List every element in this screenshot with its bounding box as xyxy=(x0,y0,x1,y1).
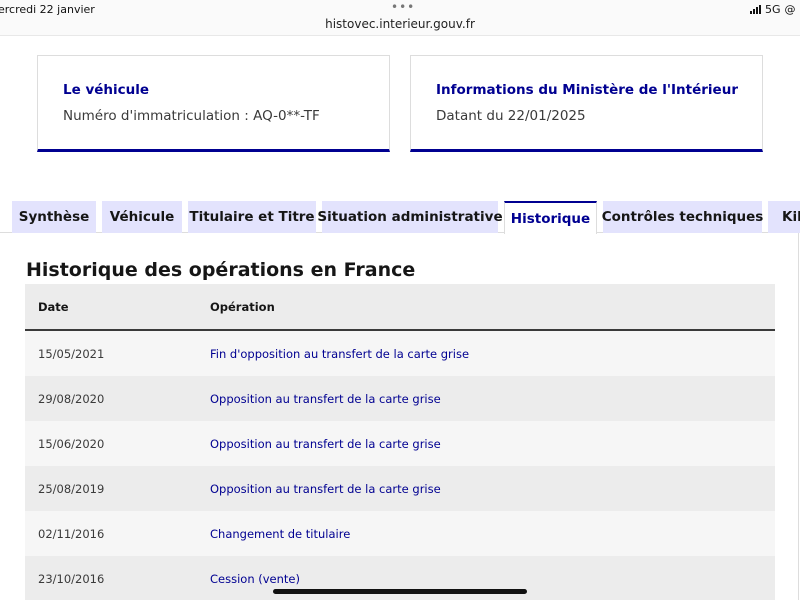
status-date: ercredi 22 janvier xyxy=(0,3,95,16)
table-row: 25/08/2019 Opposition au transfert de la… xyxy=(25,466,775,511)
status-bar: ercredi 22 janvier ••• histovec.interieu… xyxy=(0,0,800,36)
tab-synthese[interactable]: Synthèse xyxy=(12,201,96,233)
alarm-icon: @ xyxy=(784,3,796,16)
tab-situation-administrative[interactable]: Situation administrative xyxy=(317,201,503,233)
row-operation-link[interactable]: Cession (vente) xyxy=(210,572,300,586)
row-date: 15/06/2020 xyxy=(38,437,105,451)
table-body: 15/05/2021 Fin d'opposition au transfert… xyxy=(25,331,775,600)
row-date: 15/05/2021 xyxy=(38,347,105,361)
network-label: 5G xyxy=(765,3,781,16)
row-operation-link[interactable]: Opposition au transfert de la carte gris… xyxy=(210,392,441,406)
tab-kilometrage[interactable]: Kil xyxy=(768,201,800,233)
signal-icon xyxy=(750,5,761,14)
vehicle-card: Le véhicule Numéro d'immatriculation : A… xyxy=(37,55,390,152)
row-operation-link[interactable]: Opposition au transfert de la carte gris… xyxy=(210,482,441,496)
more-dots-icon[interactable]: ••• xyxy=(391,0,415,14)
row-operation-link[interactable]: Opposition au transfert de la carte gris… xyxy=(210,437,441,451)
table-row: 02/11/2016 Changement de titulaire xyxy=(25,511,775,556)
section-title: Historique des opérations en France xyxy=(26,259,416,281)
tab-titulaire-titre[interactable]: Titulaire et Titre xyxy=(188,201,316,233)
row-date: 02/11/2016 xyxy=(38,527,105,541)
tab-historique[interactable]: Historique xyxy=(504,201,597,234)
row-operation-link[interactable]: Fin d'opposition au transfert de la cart… xyxy=(210,347,469,361)
operations-table: Date Opération 15/05/2021 Fin d'oppositi… xyxy=(25,284,775,600)
row-date: 29/08/2020 xyxy=(38,392,105,406)
tab-vehicule[interactable]: Véhicule xyxy=(102,201,182,233)
table-row: 29/08/2020 Opposition au transfert de la… xyxy=(25,376,775,421)
tab-controles-techniques[interactable]: Contrôles techniques xyxy=(602,201,763,233)
vehicle-card-title: Le véhicule xyxy=(63,82,150,98)
row-date: 23/10/2016 xyxy=(38,572,105,586)
info-date: Datant du 22/01/2025 xyxy=(436,108,586,124)
table-header: Date Opération xyxy=(25,284,775,331)
column-header-date: Date xyxy=(38,300,69,314)
address-bar-url[interactable]: histovec.interieur.gouv.fr xyxy=(0,17,800,31)
ministry-card-title: Informations du Ministère de l'Intérieur xyxy=(436,82,738,98)
row-date: 25/08/2019 xyxy=(38,482,105,496)
table-row: 15/05/2021 Fin d'opposition au transfert… xyxy=(25,331,775,376)
ministry-card: Informations du Ministère de l'Intérieur… xyxy=(410,55,763,152)
registration-number: Numéro d'immatriculation : AQ-0**-TF xyxy=(63,108,320,124)
status-indicators: 5G @ 6 xyxy=(750,3,800,16)
row-operation-link[interactable]: Changement de titulaire xyxy=(210,527,350,541)
column-header-operation: Opération xyxy=(210,300,275,314)
home-indicator[interactable] xyxy=(273,589,527,594)
table-row: 15/06/2020 Opposition au transfert de la… xyxy=(25,421,775,466)
